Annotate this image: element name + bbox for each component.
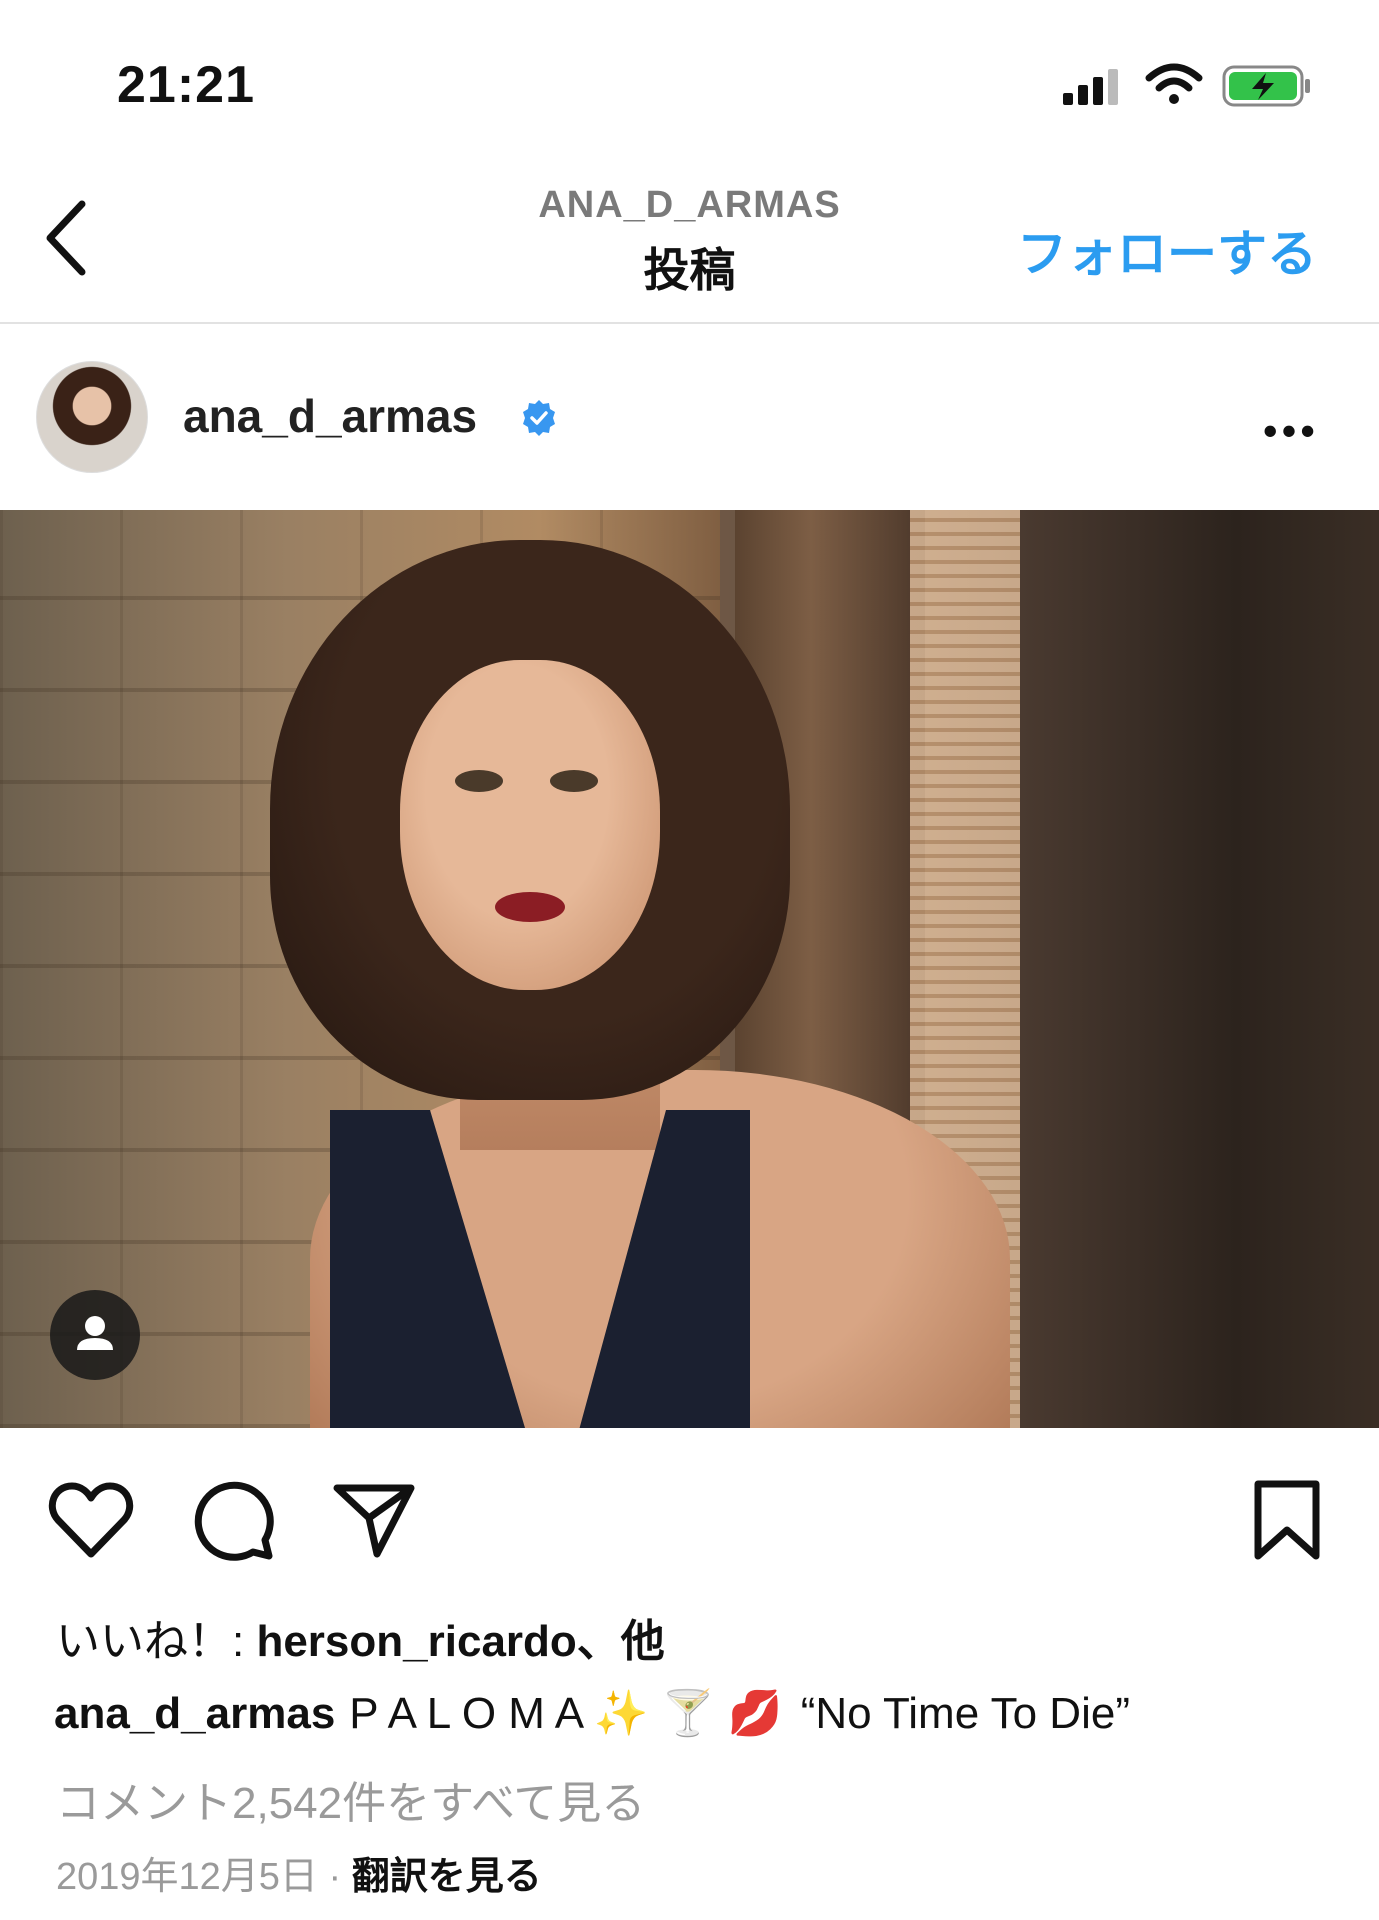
post-actions bbox=[0, 1470, 1379, 1570]
battery-charging-icon bbox=[1222, 64, 1312, 113]
heart-icon[interactable] bbox=[48, 1480, 134, 1565]
user-tag-icon bbox=[77, 1316, 113, 1350]
status-time: 21:21 bbox=[117, 56, 255, 114]
bookmark-icon[interactable] bbox=[1252, 1480, 1322, 1567]
post-caption: ana_d_armas P A L O M A ✨ 🍸 💋 “No Time To … bbox=[54, 1687, 1130, 1739]
likes-line[interactable]: いいね！: herson_ricardo、他 bbox=[56, 1605, 665, 1669]
verified-badge-icon bbox=[520, 399, 558, 442]
tagged-people-button[interactable] bbox=[50, 1290, 140, 1380]
likes-prefix: いいね！: bbox=[56, 1617, 257, 1666]
share-paper-plane-icon[interactable] bbox=[333, 1480, 415, 1567]
cellular-signal-icon bbox=[1063, 67, 1119, 112]
post-date: 2019年12月5日 bbox=[56, 1856, 318, 1898]
likes-user[interactable]: herson_ricardo bbox=[256, 1617, 576, 1666]
status-bar: 21:21 bbox=[0, 0, 1379, 170]
photo-face bbox=[400, 660, 660, 990]
post-header: ana_d_armas ••• bbox=[0, 355, 1379, 473]
more-options-icon[interactable]: ••• bbox=[1263, 407, 1319, 455]
post-photo[interactable] bbox=[0, 510, 1379, 1428]
photo-eye-right bbox=[550, 770, 598, 792]
comment-icon[interactable] bbox=[193, 1480, 275, 1567]
nav-header: ANA_D_ARMAS 投稿 フォローする bbox=[0, 170, 1379, 324]
post-meta: 2019年12月5日 · 翻訳を見る bbox=[56, 1845, 542, 1900]
post-username[interactable]: ana_d_armas bbox=[183, 389, 477, 443]
meta-separator: · bbox=[317, 1856, 352, 1898]
wifi-icon bbox=[1145, 62, 1203, 111]
photo-background-shadow bbox=[1020, 510, 1379, 1428]
see-translation-link[interactable]: 翻訳を見る bbox=[352, 1856, 542, 1898]
view-all-comments-link[interactable]: コメント2,542件をすべて見る bbox=[56, 1767, 645, 1831]
caption-username[interactable]: ana_d_armas bbox=[54, 1689, 335, 1738]
caption-quote: “No Time To Die” bbox=[800, 1689, 1130, 1738]
photo-lips bbox=[495, 892, 565, 922]
photo-eye-left bbox=[455, 770, 503, 792]
caption-text: P A L O M A ✨ 🍸 💋 bbox=[349, 1689, 783, 1738]
avatar[interactable] bbox=[36, 361, 148, 473]
likes-suffix: 、他 bbox=[576, 1617, 665, 1666]
follow-button[interactable]: フォローする bbox=[1017, 214, 1317, 286]
